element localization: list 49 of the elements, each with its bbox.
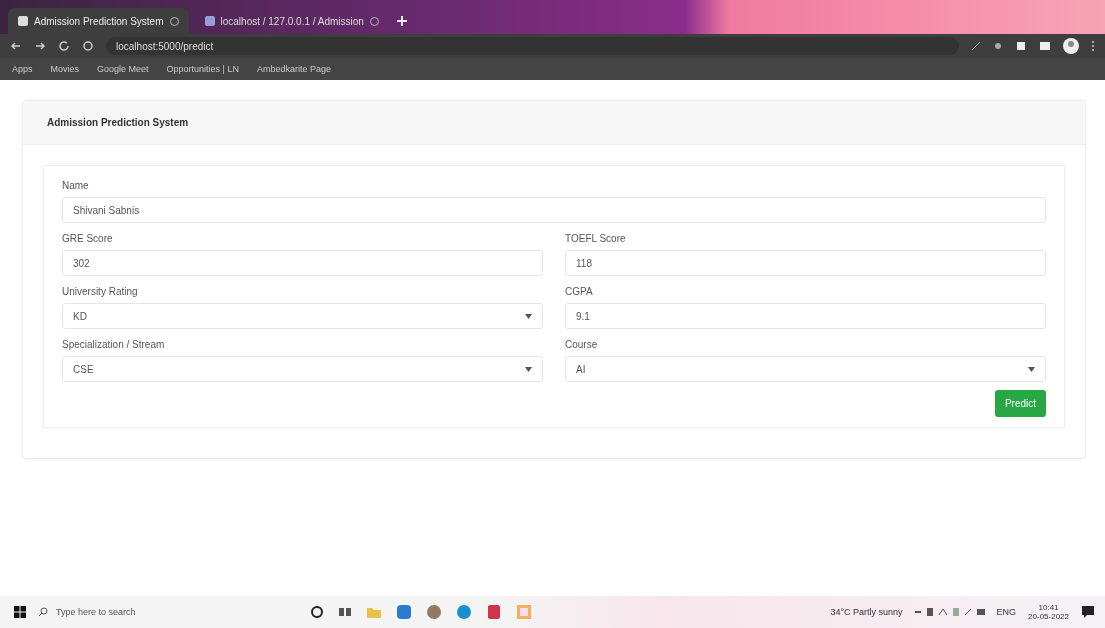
clock-date[interactable]: 20-05-2022 (1028, 612, 1069, 621)
bookmark-link[interactable]: Opportunities | LN (166, 64, 239, 74)
back-icon[interactable] (10, 40, 22, 52)
start-icon[interactable] (14, 606, 26, 618)
field-label: CGPA (565, 286, 594, 297)
caret-icon (1028, 366, 1035, 372)
bookmark-link[interactable]: Movies (50, 64, 80, 74)
field-label: University Rating (62, 286, 139, 297)
menu-icon[interactable] (1091, 40, 1095, 52)
bookmark-link[interactable]: Apps (12, 64, 33, 74)
browser-icon[interactable] (456, 604, 472, 620)
forward-icon[interactable] (34, 40, 46, 52)
cortana-icon[interactable] (310, 605, 324, 619)
language-indicator[interactable]: ENG (996, 607, 1017, 617)
field-label: Course (565, 339, 599, 350)
input-field[interactable]: Shivani Sabnis (62, 197, 1046, 223)
field-label: GRE Score (62, 233, 114, 244)
caret-icon (525, 366, 532, 372)
reload-icon[interactable] (58, 40, 70, 52)
input-field[interactable]: 118 (565, 250, 1046, 276)
clock-time[interactable]: 10:41 (1038, 603, 1059, 612)
tray-icons-drawing (914, 607, 985, 617)
input-field[interactable]: 302 (62, 250, 543, 276)
app-icon[interactable] (396, 604, 412, 620)
field-label: TOEFL Score (565, 233, 627, 244)
caret-icon (525, 313, 532, 319)
weather-text[interactable]: 34°C Partly sunny (830, 607, 903, 617)
dropdown[interactable]: KD (62, 303, 543, 329)
field-label: Specialization / Stream (62, 339, 166, 350)
profile-avatar-icon[interactable] (1063, 38, 1079, 54)
dropdown[interactable]: CSE (62, 356, 543, 382)
taskbar-search-field[interactable]: Type here to search (38, 607, 288, 617)
input-field[interactable]: 9.1 (565, 303, 1046, 329)
field-label: Name (62, 180, 90, 191)
home-icon[interactable] (82, 40, 94, 52)
card-title: Admission Prediction System (47, 117, 189, 128)
window-icon[interactable] (1039, 40, 1051, 52)
task-view-icon[interactable] (338, 605, 352, 619)
browser-icon[interactable] (426, 604, 442, 620)
notification-icon[interactable] (1081, 605, 1095, 619)
address-bar[interactable]: localhost:5000/predict (106, 37, 959, 55)
app-icon[interactable] (486, 604, 502, 620)
dropdown[interactable]: AI (565, 356, 1046, 382)
bookmark-link[interactable]: Ambedkarite Page (256, 64, 331, 74)
search-icon (38, 607, 48, 617)
bookmark-link[interactable]: Google Meet (97, 64, 149, 74)
browser-tab[interactable]: localhost / 127.0.0.1 / Admission (194, 8, 389, 34)
browser-tab[interactable]: Admission Prediction System (8, 8, 189, 34)
extensions-icon[interactable] (1015, 40, 1027, 52)
